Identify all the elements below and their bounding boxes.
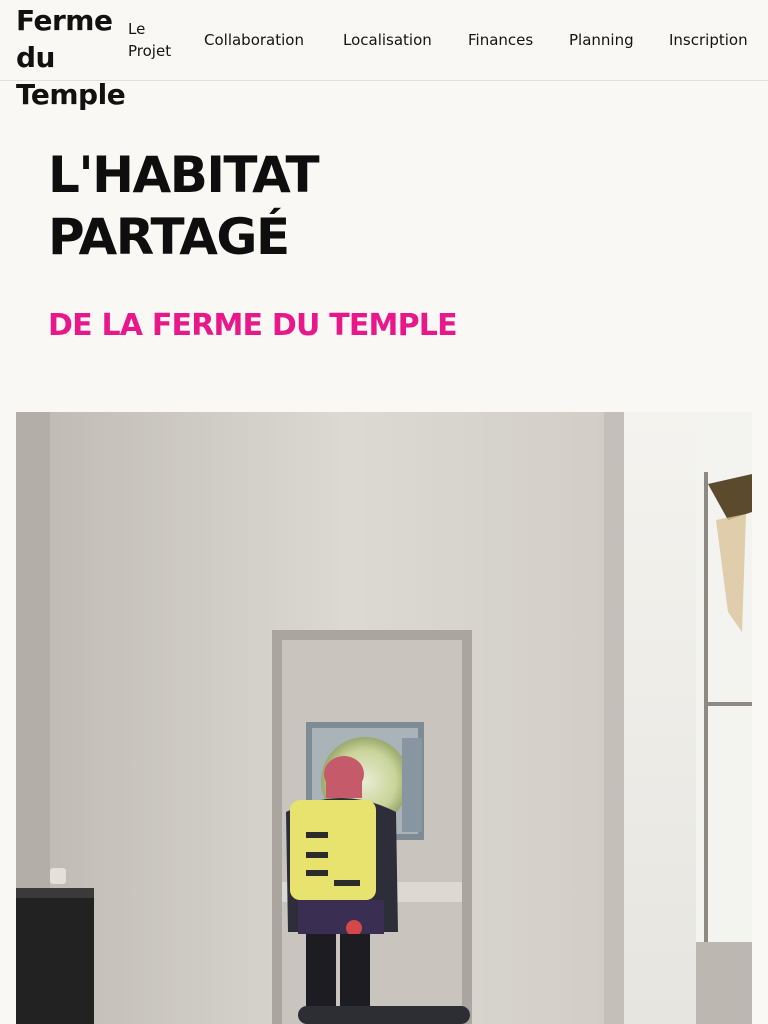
- hero-title: L'HABITAT PARTAGÉ: [48, 146, 320, 266]
- nav-item-le-projet[interactable]: Le Projet: [128, 0, 188, 80]
- site-header: Ferme du Temple Le Projet Collaboration …: [0, 0, 768, 111]
- nav-item-localisation[interactable]: Localisation: [343, 0, 432, 80]
- hero-subtitle: DE LA FERME DU TEMPLE: [48, 308, 458, 343]
- hero-photo: [16, 412, 752, 1024]
- hero-photo-illustration: [16, 412, 752, 1024]
- nav-item-finances[interactable]: Finances: [468, 0, 533, 80]
- nav-item-planning[interactable]: Planning: [569, 0, 634, 80]
- nav-item-inscription[interactable]: Inscription: [669, 0, 748, 80]
- nav-item-collaboration[interactable]: Collaboration: [204, 0, 304, 80]
- site-logo[interactable]: Ferme du Temple: [16, 2, 128, 113]
